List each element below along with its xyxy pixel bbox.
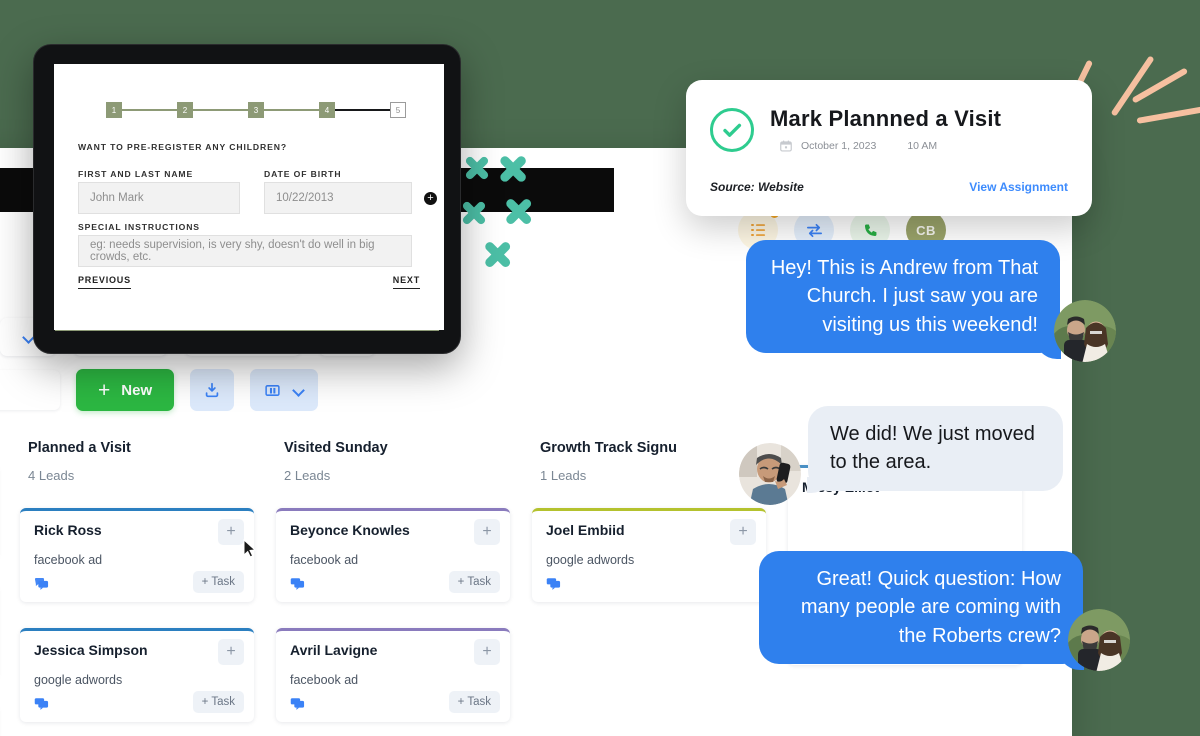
calendar-icon [780,140,792,152]
comment-icon[interactable] [290,577,305,594]
kanban-card[interactable]: Joel Embiid google adwords + [532,508,766,602]
avatar-initials: CB [916,222,936,238]
card-name: Beyonce Knowles [290,522,410,538]
chat-bubble-incoming-1: We did! We just moved to the area. [807,406,1063,493]
notification-meta: October 1, 2023 10 AM [780,140,937,152]
stepper-step-4[interactable]: 4 [319,102,335,118]
kanban-column-planned-a-visit: Planned a Visit 4 Leads Rick Ross facebo… [20,440,254,736]
card-add-task-button[interactable]: + Task [192,571,244,593]
kanban-column-title: Visited Sunday [284,440,388,456]
first-last-name-field[interactable]: John Mark [78,182,240,214]
kanban-column-growth-track: Growth Track Signu 1 Leads Joel Embiid g… [532,440,766,736]
kanban-column-count: 1 Leads [540,468,587,483]
date-of-birth-field[interactable]: 10/22/2013 [264,182,412,214]
comment-icon[interactable] [34,577,49,594]
action-bar: + New [0,369,319,411]
columns-icon [265,384,280,396]
kanban-card[interactable]: Jessica Simpson google adwords + + Task [20,628,254,722]
plus-circle-icon[interactable]: + [424,192,437,205]
special-instructions-field[interactable]: eg: needs supervision, is very shy, does… [78,235,412,267]
search-input[interactable] [0,370,60,410]
card-add-task-button[interactable]: + Task [448,571,500,593]
kanban-column-visited-sunday: Visited Sunday 2 Leads Beyonce Knowles f… [276,440,510,736]
date-of-birth-label: DATE OF BIRTH [264,169,342,179]
notification-date: October 1, 2023 [801,140,877,152]
notification-time: 10 AM [907,140,938,152]
kanban-column-count: 2 Leads [284,468,331,483]
tablet-device-mockup: 1 2 3 4 5 WANT TO PRE-REGISTER ANY CHILD… [33,44,461,354]
chat-text: Great! Quick question: How many people a… [800,568,1061,647]
plus-icon: + [98,378,111,402]
card-source: facebook ad [290,673,359,687]
notification-card[interactable]: Mark Plannned a Visit October 1, 2023 10… [686,80,1092,216]
chat-text: We did! We just moved to the area. [830,423,1035,474]
kanban-card-list: Beyonce Knowles facebook ad + + Task Avr… [276,508,510,722]
chevron-down-icon [23,332,34,343]
export-button[interactable] [190,369,235,411]
stepper-step-3[interactable]: 3 [248,102,264,118]
card-name: Joel Embiid [546,522,625,538]
card-name: Avril Lavigne [290,642,378,658]
chevron-down-icon [293,385,304,396]
kanban-column-title: Growth Track Signu [540,440,677,456]
download-icon [205,382,219,398]
card-source: google adwords [34,673,123,687]
first-last-name-label: FIRST AND LAST NAME [78,169,194,179]
comment-icon[interactable] [34,697,49,714]
kanban-column-title: Planned a Visit [28,440,131,456]
stepper-step-5[interactable]: 5 [390,102,406,118]
form-stepper: 1 2 3 4 5 [106,102,406,118]
card-add-button[interactable]: + [730,519,756,545]
card-source: facebook ad [34,553,103,567]
chat-text: Hey! This is Andrew from That Church. I … [770,257,1038,336]
card-add-button[interactable]: + [474,519,500,545]
view-toggle-button[interactable] [250,369,319,411]
previous-button[interactable]: PREVIOUS [78,275,131,289]
couple-avatar [1054,300,1116,362]
comment-icon[interactable] [546,577,561,594]
new-button[interactable]: + New [76,369,175,411]
kanban-card[interactable]: Beyonce Knowles facebook ad + + Task [276,508,510,602]
stepper-step-2[interactable]: 2 [177,102,193,118]
screenshot-stage: count Tue, D [0,0,1200,736]
notification-source: Source: Website [710,180,804,194]
kanban-card-list: Rick Ross facebook ad + + Task Jessica S… [20,508,254,736]
card-name: Rick Ross [34,522,102,538]
kanban-card[interactable]: Rick Ross facebook ad + + Task [20,508,254,602]
kanban-column-count: 4 Leads [28,468,75,483]
card-add-button[interactable]: + [474,639,500,665]
check-circle-icon [710,108,754,152]
notification-title: Mark Plannned a Visit [770,106,1002,131]
kanban-card-list: Joel Embiid google adwords + [532,508,766,602]
chat-bubble-outgoing-1: Hey! This is Andrew from That Church. I … [746,240,1061,360]
card-add-button[interactable]: + [218,519,244,545]
view-assignment-link[interactable]: View Assignment [969,180,1068,194]
card-source: facebook ad [290,553,359,567]
card-add-button[interactable]: + [218,639,244,665]
card-add-task-button[interactable]: + Task [448,691,500,713]
card-add-task-button[interactable]: + Task [192,691,244,713]
stepper-line-active [324,109,398,111]
kanban-card[interactable]: Avril Lavigne facebook ad + + Task [276,628,510,722]
couple-avatar [1068,609,1130,671]
comment-icon[interactable] [290,697,305,714]
man-on-phone-avatar [739,443,801,505]
card-name: Jessica Simpson [34,642,148,658]
form-question: WANT TO PRE-REGISTER ANY CHILDREN? [78,142,288,152]
new-button-label: New [121,381,153,399]
bubble-tail [807,476,833,503]
tablet-screen: 1 2 3 4 5 WANT TO PRE-REGISTER ANY CHILD… [54,64,444,330]
card-source: google adwords [546,553,635,567]
special-instructions-label: SPECIAL INSTRUCTIONS [78,222,200,232]
chat-bubble-outgoing-2: Great! Quick question: How many people a… [759,551,1084,671]
stepper-step-1[interactable]: 1 [106,102,122,118]
next-button[interactable]: NEXT [392,275,420,289]
